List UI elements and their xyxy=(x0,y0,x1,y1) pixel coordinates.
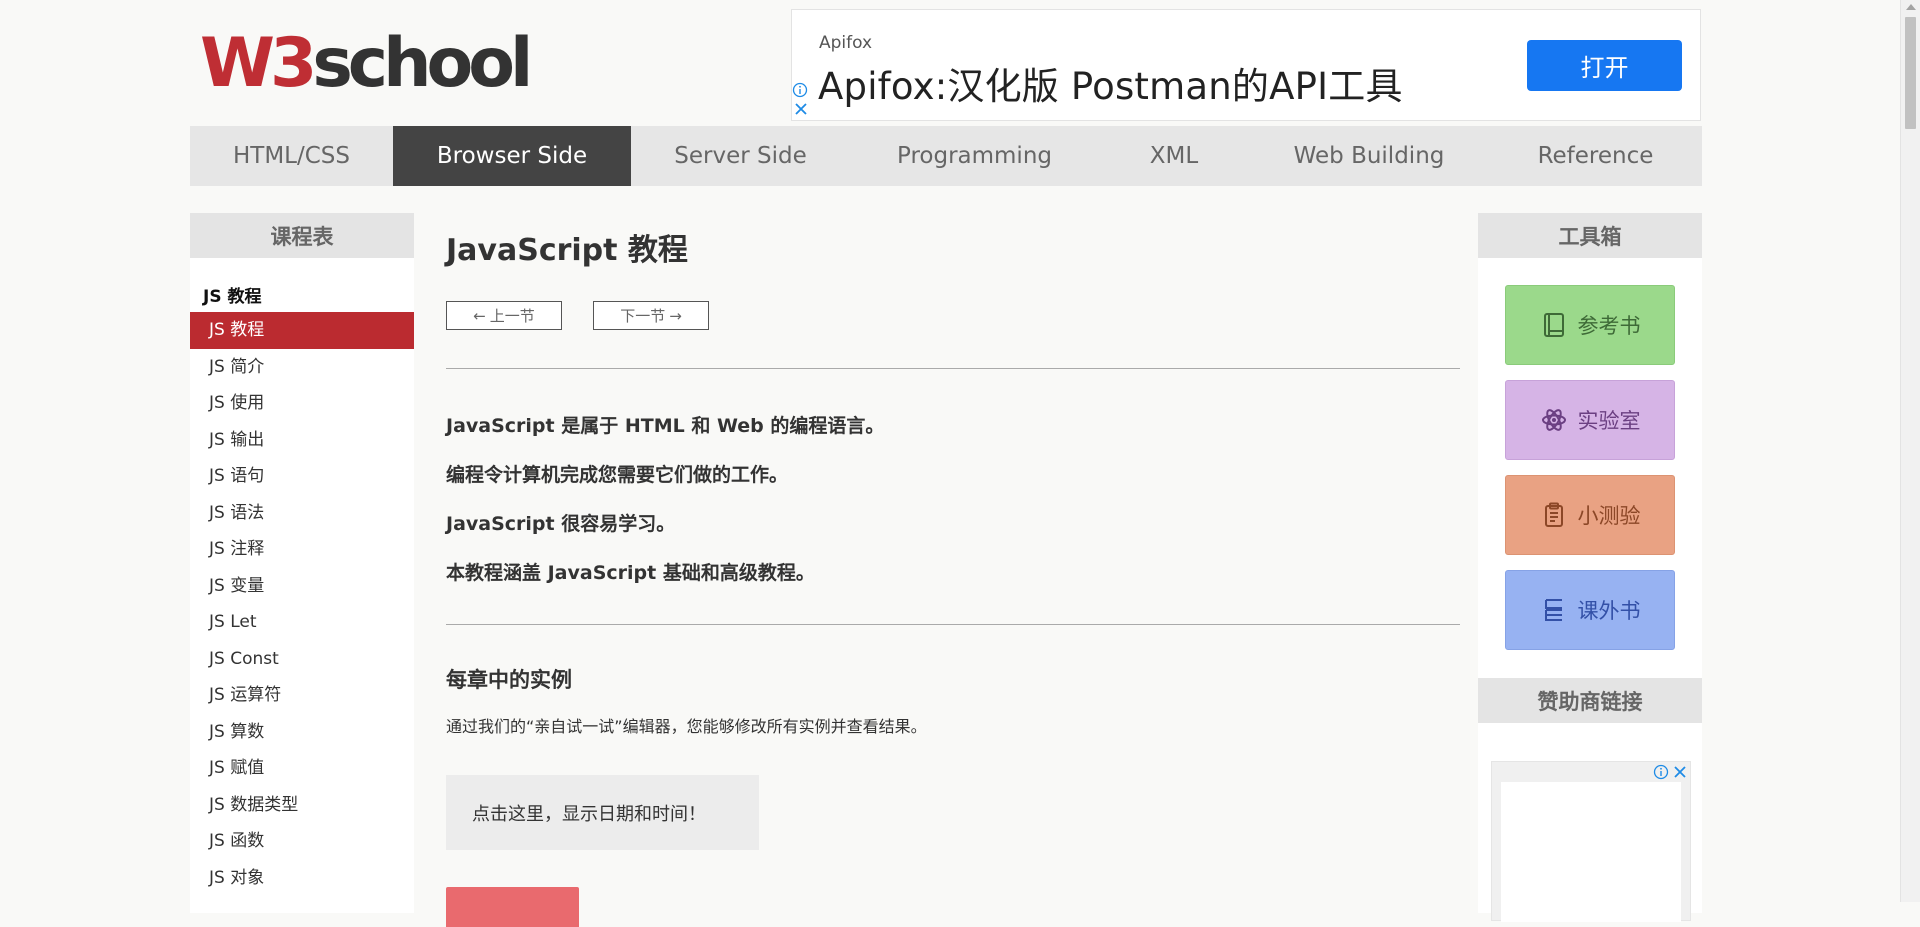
w3school-logo[interactable]: W3school xyxy=(200,24,533,103)
nav-item-xml[interactable]: XML xyxy=(1099,126,1249,186)
tool-extracurricular-button[interactable]: 课外书 xyxy=(1505,570,1675,650)
sidebar-item-js-let[interactable]: JS Let xyxy=(190,604,414,641)
ad-headline[interactable]: Apifox:汉化版 Postman的API工具 xyxy=(818,56,1403,110)
right-sidebar: 工具箱 参考书 实验室 小测验 课外书 赞助商链接 xyxy=(1478,213,1702,922)
close-icon[interactable] xyxy=(1672,764,1688,780)
prev-button[interactable]: ← 上一节 xyxy=(446,301,562,330)
demo-datetime-box[interactable]: 点击这里，显示日期和时间！ xyxy=(446,775,759,850)
sidebar-item-js-usage[interactable]: JS 使用 xyxy=(190,385,414,422)
tool-extracurricular-label: 课外书 xyxy=(1577,599,1641,623)
next-button[interactable]: 下一节 → xyxy=(593,301,709,330)
tool-lab-label: 实验室 xyxy=(1577,409,1641,433)
examples-description: 通过我们的“亲自试一试”编辑器，您能够修改所有实例并查看结果。 xyxy=(446,717,927,736)
sidebar-list: JS 教程 JS 简介 JS 使用 JS 输出 JS 语句 JS 语法 JS 注… xyxy=(190,312,414,896)
nav-item-html-css[interactable]: HTML/CSS xyxy=(190,126,393,186)
ad-brand: Apifox xyxy=(819,33,873,53)
scroll-thumb[interactable] xyxy=(1905,17,1916,129)
top-ad-banner[interactable]: Apifox Apifox:汉化版 Postman的API工具 打开 xyxy=(791,9,1701,121)
examples-heading: 每章中的实例 xyxy=(446,668,572,692)
book-icon xyxy=(1543,313,1564,337)
sidebar-item-js-variables[interactable]: JS 变量 xyxy=(190,568,414,605)
tool-quiz-label: 小测验 xyxy=(1577,504,1641,528)
nav-item-server-side[interactable]: Server Side xyxy=(631,126,850,186)
sidebar-item-js-objects[interactable]: JS 对象 xyxy=(190,860,414,897)
close-icon[interactable] xyxy=(794,102,808,116)
sidebar-item-js-intro[interactable]: JS 简介 xyxy=(190,349,414,386)
sidebar-section-title: JS 教程 xyxy=(203,287,262,307)
stack-icon xyxy=(1544,599,1562,621)
sidebar-item-js-assignment[interactable]: JS 赋值 xyxy=(190,750,414,787)
arrow-left-icon: ← xyxy=(473,306,486,325)
intro-line-3: JavaScript 很容易学习。 xyxy=(446,513,676,535)
arrow-right-icon: → xyxy=(669,306,682,325)
nav-item-browser-side[interactable]: Browser Side xyxy=(393,126,631,186)
nav-item-reference[interactable]: Reference xyxy=(1489,126,1702,186)
sidebar-title: 课程表 xyxy=(190,213,414,258)
sidebar-item-js-output[interactable]: JS 输出 xyxy=(190,422,414,459)
sidebar-item-js-syntax[interactable]: JS 语法 xyxy=(190,495,414,532)
atom-icon xyxy=(1541,409,1566,431)
scroll-up-arrow-icon[interactable] xyxy=(1906,4,1916,10)
clipboard-icon xyxy=(1544,502,1563,527)
logo-w3: W3 xyxy=(200,28,312,98)
logo-school: school xyxy=(312,28,528,98)
sidebar-item-js-const[interactable]: JS Const xyxy=(190,641,414,678)
tool-reference-label: 参考书 xyxy=(1577,314,1641,338)
try-it-button[interactable] xyxy=(446,887,579,927)
sidebar-item-js-comments[interactable]: JS 注释 xyxy=(190,531,414,568)
toolbox-title: 工具箱 xyxy=(1478,213,1702,258)
sponsor-ad-content[interactable] xyxy=(1501,782,1681,922)
sponsor-title: 赞助商链接 xyxy=(1478,678,1702,723)
tool-reference-button[interactable]: 参考书 xyxy=(1505,285,1675,365)
nav-item-programming[interactable]: Programming xyxy=(850,126,1099,186)
info-icon[interactable] xyxy=(1653,764,1669,780)
divider xyxy=(446,368,1460,369)
divider xyxy=(446,624,1460,625)
course-sidebar: 课程表 JS 教程 JS 教程 JS 简介 JS 使用 JS 输出 JS 语句 … xyxy=(190,213,414,913)
sidebar-item-js-datatypes[interactable]: JS 数据类型 xyxy=(190,787,414,824)
ad-open-button[interactable]: 打开 xyxy=(1527,40,1682,91)
page-scrollbar[interactable] xyxy=(1900,0,1920,902)
svg-text:W3school: W3school xyxy=(200,28,528,98)
nav-item-web-building[interactable]: Web Building xyxy=(1249,126,1489,186)
sidebar-item-js-tutorial[interactable]: JS 教程 xyxy=(190,312,414,349)
sidebar-item-js-arithmetic[interactable]: JS 算数 xyxy=(190,714,414,751)
intro-line-2: 编程令计算机完成您需要它们做的工作。 xyxy=(446,464,789,486)
sponsor-ad[interactable] xyxy=(1491,761,1691,922)
sidebar-item-js-statements[interactable]: JS 语句 xyxy=(190,458,414,495)
page-title: JavaScript 教程 xyxy=(446,233,688,268)
main-nav: HTML/CSS Browser Side Server Side Progra… xyxy=(190,126,1702,186)
sidebar-item-js-functions[interactable]: JS 函数 xyxy=(190,823,414,860)
prev-label: 上一节 xyxy=(489,307,535,325)
next-label: 下一节 xyxy=(620,307,666,325)
intro-line-4: 本教程涵盖 JavaScript 基础和高级教程。 xyxy=(446,562,815,584)
intro-line-1: JavaScript 是属于 HTML 和 Web 的编程语言。 xyxy=(446,415,885,437)
sidebar-item-js-operators[interactable]: JS 运算符 xyxy=(190,677,414,714)
info-icon[interactable] xyxy=(792,82,808,98)
tool-quiz-button[interactable]: 小测验 xyxy=(1505,475,1675,555)
tool-lab-button[interactable]: 实验室 xyxy=(1505,380,1675,460)
